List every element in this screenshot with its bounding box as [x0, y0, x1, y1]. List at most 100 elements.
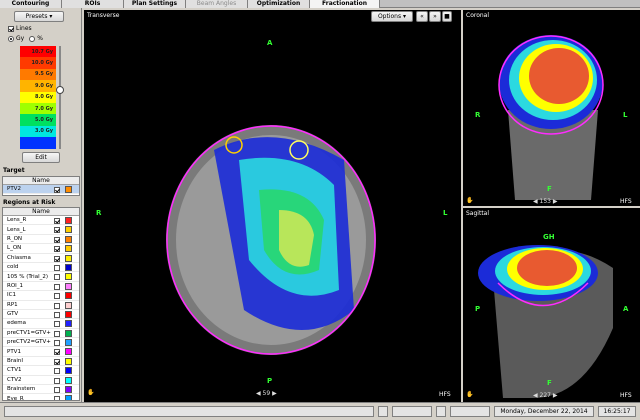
roi-visible-checkbox[interactable] [54, 218, 60, 224]
roi-color-swatch[interactable] [65, 320, 72, 328]
slice-navigator[interactable]: ◀ 153 ▶ [533, 198, 558, 205]
roi-visible-checkbox[interactable] [54, 396, 60, 400]
dose-slider-handle[interactable] [56, 86, 64, 94]
roi-color-swatch[interactable] [65, 376, 72, 384]
close-icon[interactable]: ■ [442, 11, 452, 22]
roi-color-swatch[interactable] [65, 367, 72, 375]
table-row[interactable]: Lens_R [3, 216, 79, 226]
roi-visible-checkbox[interactable] [54, 358, 60, 365]
roi-color-swatch[interactable] [65, 348, 72, 356]
target-color-swatch[interactable] [65, 186, 72, 193]
lines-checkbox[interactable] [8, 25, 14, 32]
roi-color-swatch[interactable] [65, 301, 72, 309]
table-row[interactable]: preCTV2=GTV+... [3, 338, 79, 348]
roi-visible-checkbox[interactable] [54, 340, 60, 347]
sagittal-view[interactable]: Sagittal GH P A F ◀ 227 ▶ HFS ✋ [463, 208, 640, 402]
slice-navigator[interactable]: ◀ 59 ▶ [256, 390, 277, 397]
dose-level[interactable]: 10.7 Gy [20, 46, 56, 58]
roi-visible-checkbox[interactable] [54, 387, 60, 394]
roi-color-swatch[interactable] [65, 263, 72, 271]
table-row[interactable]: RP1 [3, 301, 79, 310]
roi-visible-checkbox[interactable] [54, 302, 60, 309]
roi-color-swatch[interactable] [65, 245, 72, 253]
table-row[interactable]: preCTV1=GTV+... [3, 329, 79, 339]
roi-visible-checkbox[interactable] [54, 377, 60, 384]
table-row[interactable]: CTV2 [3, 376, 79, 386]
hand-icon[interactable]: ✋ [87, 389, 94, 396]
table-row[interactable]: Chiasma [3, 254, 79, 263]
roi-color-swatch[interactable] [65, 273, 72, 281]
slice-prev-icon[interactable]: ◀ [256, 390, 261, 397]
slice-navigator[interactable]: ◀ 227 ▶ [533, 392, 558, 399]
table-row[interactable]: cold [3, 263, 79, 273]
slice-next-icon[interactable]: ▶ [553, 392, 558, 399]
roi-visible-checkbox[interactable] [54, 274, 60, 281]
roi-visible-checkbox[interactable] [54, 283, 60, 290]
roi-visible-checkbox[interactable] [54, 349, 60, 356]
roi-color-swatch[interactable] [65, 339, 72, 347]
table-row[interactable]: GTV [3, 310, 79, 320]
roi-visible-checkbox[interactable] [54, 321, 60, 328]
slice-prev-icon[interactable]: ◀ [533, 392, 538, 399]
tab-rois[interactable]: ROIs [62, 0, 124, 8]
table-row[interactable]: Lens_L [3, 225, 79, 235]
roi-visible-checkbox[interactable] [54, 368, 60, 375]
roi-color-swatch[interactable] [65, 254, 72, 262]
target-visible-checkbox[interactable] [54, 187, 60, 193]
slice-next-icon[interactable]: ▶ [272, 390, 277, 397]
table-row[interactable]: PTV2 [3, 185, 79, 195]
dose-level[interactable]: 9.0 Gy [20, 80, 56, 92]
dose-level[interactable]: 7.0 Gy [20, 102, 56, 115]
roi-visible-checkbox[interactable] [54, 227, 60, 234]
table-row[interactable]: L_ON [3, 244, 79, 254]
unit-pct-radio[interactable] [29, 35, 36, 42]
roi-color-swatch[interactable] [65, 282, 72, 290]
table-row[interactable]: PTV1 [3, 347, 79, 357]
dose-level[interactable]: 9.5 Gy [20, 68, 56, 81]
roi-visible-checkbox[interactable] [54, 311, 60, 318]
roi-color-swatch[interactable] [65, 310, 72, 318]
tab-optimization[interactable]: Optimization [248, 0, 310, 8]
dose-level[interactable]: 8.0 Gy [20, 91, 56, 103]
options-button[interactable]: Options ▾ [371, 11, 413, 22]
hand-icon[interactable]: ✋ [466, 197, 473, 204]
roi-color-swatch[interactable] [65, 386, 72, 394]
tab-fractionation[interactable]: Fractionation [310, 0, 380, 8]
back-icon[interactable]: « [416, 11, 428, 22]
table-row[interactable]: IC1 [3, 291, 79, 301]
slice-prev-icon[interactable]: ◀ [533, 198, 538, 205]
roi-color-swatch[interactable] [65, 292, 72, 300]
table-row[interactable]: edema [3, 319, 79, 329]
roi-visible-checkbox[interactable] [54, 236, 60, 243]
roi-color-swatch[interactable] [65, 395, 72, 400]
roi-visible-checkbox[interactable] [54, 264, 60, 271]
table-row[interactable]: BrainI [3, 357, 79, 367]
roi-color-swatch[interactable] [65, 226, 72, 234]
dose-level[interactable] [20, 137, 56, 149]
slice-next-icon[interactable]: ▶ [553, 198, 558, 205]
roi-color-swatch[interactable] [65, 235, 72, 243]
table-row[interactable]: Eye_R [3, 394, 79, 400]
table-row[interactable]: CTV1 [3, 366, 79, 376]
hand-icon[interactable]: ✋ [466, 391, 473, 398]
tab-plan-settings[interactable]: Plan Settings [124, 0, 186, 8]
transverse-view[interactable]: Transverse Options ▾ « » ■ A P R L ◀ 59 … [84, 10, 461, 402]
presets-button[interactable]: Presets ▾ [14, 11, 64, 22]
table-row[interactable]: R_ON [3, 235, 79, 245]
table-row[interactable]: ROI_1 [3, 282, 79, 292]
forward-icon[interactable]: » [429, 11, 441, 22]
dose-level[interactable]: 10.0 Gy [20, 57, 56, 69]
roi-visible-checkbox[interactable] [54, 330, 60, 337]
dose-level[interactable]: 5.0 Gy [20, 114, 56, 126]
table-row[interactable]: Brainstem [3, 385, 79, 395]
coronal-view[interactable]: Coronal R L F ◀ 153 ▶ HFS ✋ [463, 10, 640, 206]
roi-visible-checkbox[interactable] [54, 255, 60, 262]
tab-beam-angles[interactable]: Beam Angles [186, 0, 248, 8]
edit-button[interactable]: Edit [22, 152, 60, 163]
dose-level[interactable]: 3.0 Gy [20, 125, 56, 138]
roi-visible-checkbox[interactable] [54, 246, 60, 253]
roi-color-swatch[interactable] [65, 329, 72, 337]
tab-contouring[interactable]: Contouring [0, 0, 62, 8]
lines-toggle[interactable]: Lines [8, 24, 32, 33]
roi-color-swatch[interactable] [65, 357, 72, 365]
